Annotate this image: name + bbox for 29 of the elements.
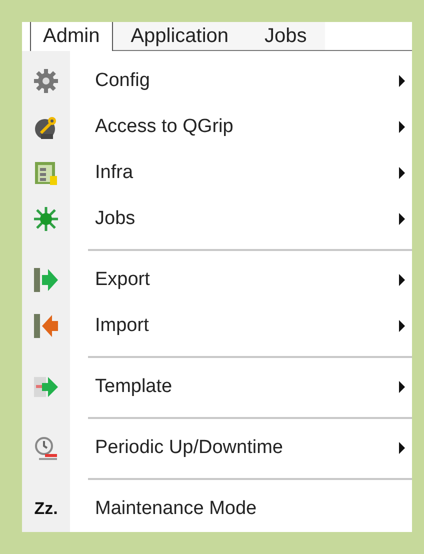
menu-item[interactable]: Export [22,257,412,303]
menu-tab[interactable]: Application [112,22,247,51]
menu-item[interactable]: Jobs [22,196,412,242]
sleep-icon: Zz. [34,499,58,519]
clock-icon [33,435,59,461]
menu-item[interactable]: Config [22,58,412,104]
submenu-arrow-icon [398,121,406,133]
menu-item[interactable]: Access to QGrip [22,104,412,150]
import-arrow-icon [33,313,59,339]
gear-icon [33,68,59,94]
menu-item[interactable]: Zz. Maintenance Mode [22,486,412,532]
submenu-arrow-icon [398,75,406,87]
submenu-arrow-icon [398,442,406,454]
template-arrow-icon [33,374,59,400]
menu-item[interactable]: Template [22,364,412,410]
sun-icon [33,206,59,232]
submenu-arrow-icon [398,213,406,225]
export-arrow-icon [33,267,59,293]
key-icon [33,114,59,140]
menu-item[interactable]: Infra [22,150,412,196]
submenu-arrow-icon [398,320,406,332]
building-icon [33,160,59,186]
menu-tab[interactable]: Admin [30,22,113,51]
menu-tab[interactable]: Jobs [246,22,325,51]
submenu-arrow-icon [398,274,406,286]
menu-item[interactable]: Periodic Up/Downtime [22,425,412,471]
submenu-arrow-icon [398,167,406,179]
submenu-arrow-icon [398,381,406,393]
menu-item[interactable]: Import [22,303,412,349]
